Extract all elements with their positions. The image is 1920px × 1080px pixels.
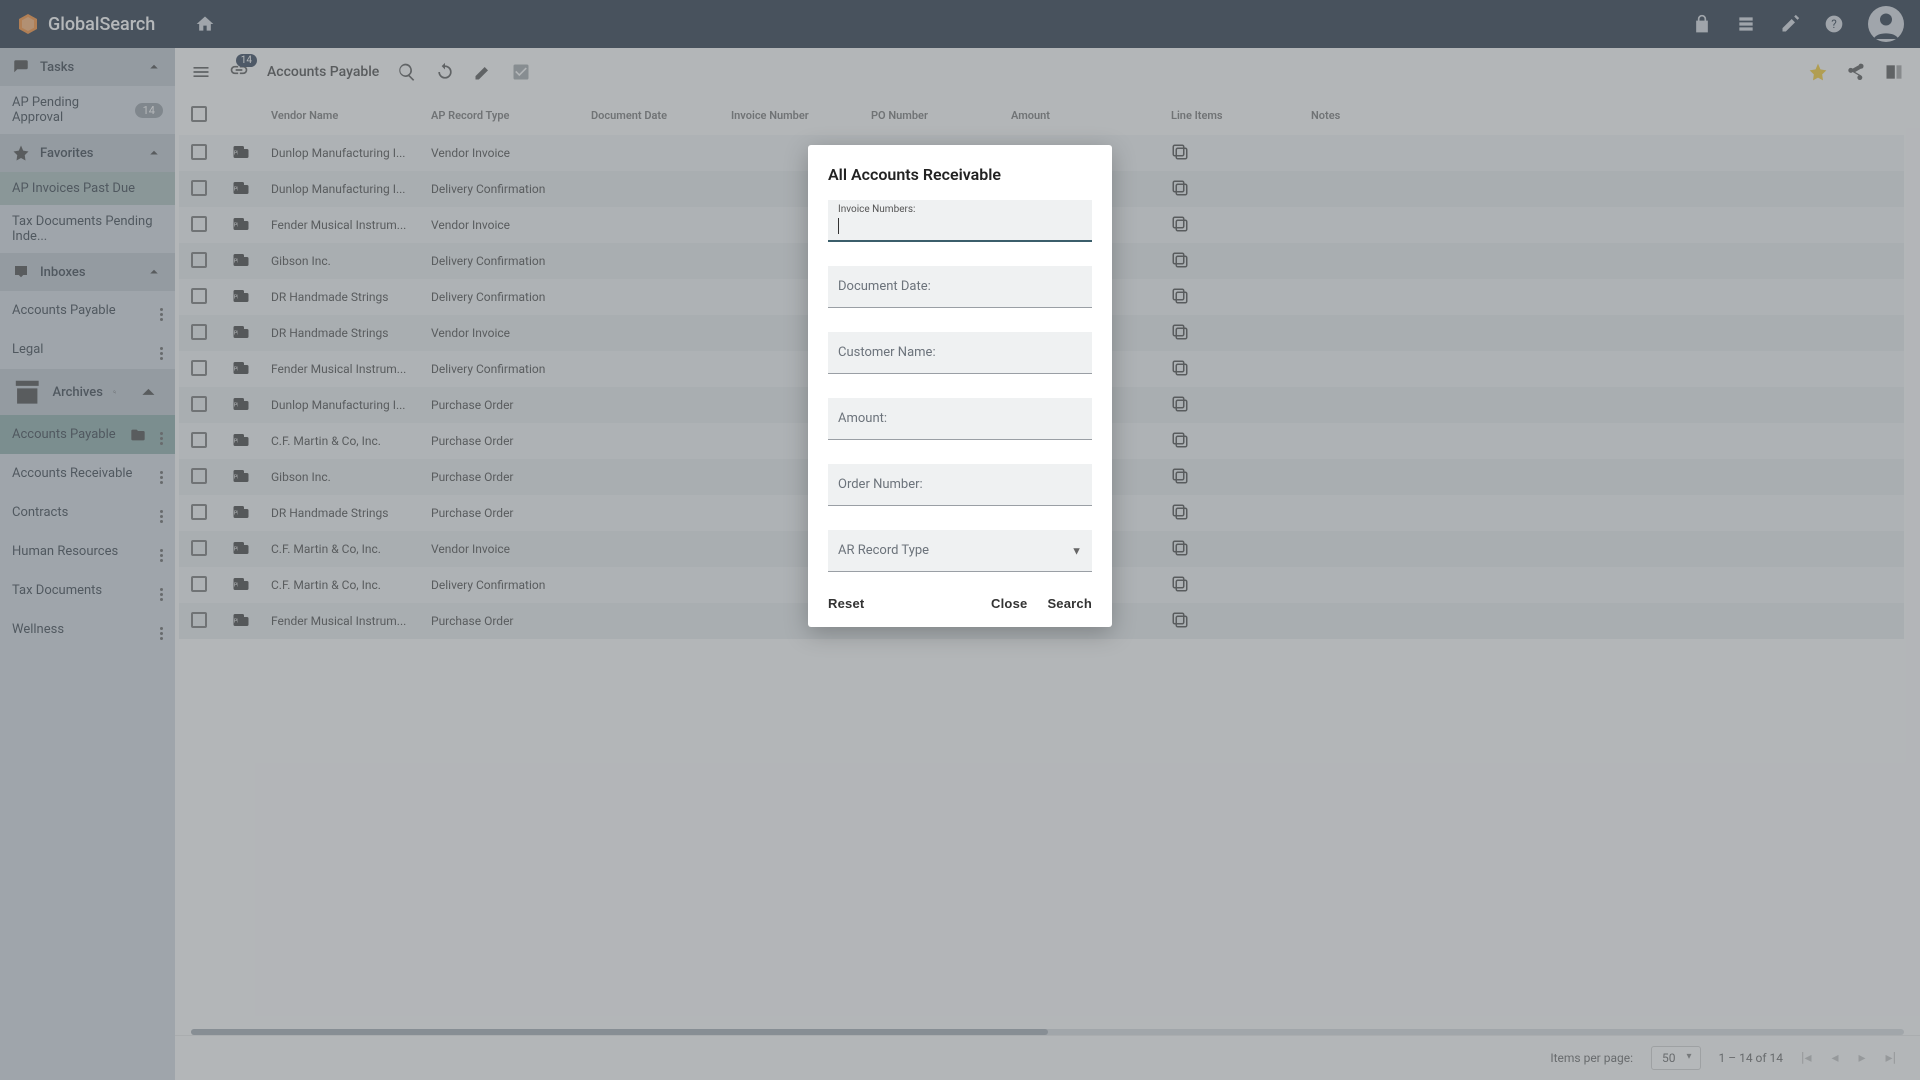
modal-overlay[interactable]: All Accounts Receivable Invoice Numbers:… — [0, 0, 1920, 1080]
close-button[interactable]: Close — [991, 596, 1027, 611]
field-label: Order Number: — [838, 477, 1082, 492]
search-modal: All Accounts Receivable Invoice Numbers:… — [808, 145, 1112, 627]
chevron-down-icon: ▼ — [1071, 544, 1082, 557]
ar-record-type-select[interactable]: AR Record Type ▼ — [828, 530, 1092, 572]
document-date-field[interactable]: Document Date: — [828, 266, 1092, 308]
invoice-numbers-field[interactable]: Invoice Numbers: — [828, 200, 1092, 242]
field-label: Customer Name: — [838, 345, 1082, 360]
customer-name-field[interactable]: Customer Name: — [828, 332, 1092, 374]
modal-actions: Reset Close Search — [828, 596, 1092, 611]
reset-button[interactable]: Reset — [828, 596, 864, 611]
modal-title: All Accounts Receivable — [828, 165, 1092, 184]
field-label: Invoice Numbers: — [838, 204, 915, 215]
search-button[interactable]: Search — [1047, 596, 1092, 611]
field-label: Amount: — [838, 411, 1082, 426]
order-number-field[interactable]: Order Number: — [828, 464, 1092, 506]
field-label: AR Record Type — [838, 543, 1082, 558]
field-label: Document Date: — [838, 279, 1082, 294]
amount-field[interactable]: Amount: — [828, 398, 1092, 440]
